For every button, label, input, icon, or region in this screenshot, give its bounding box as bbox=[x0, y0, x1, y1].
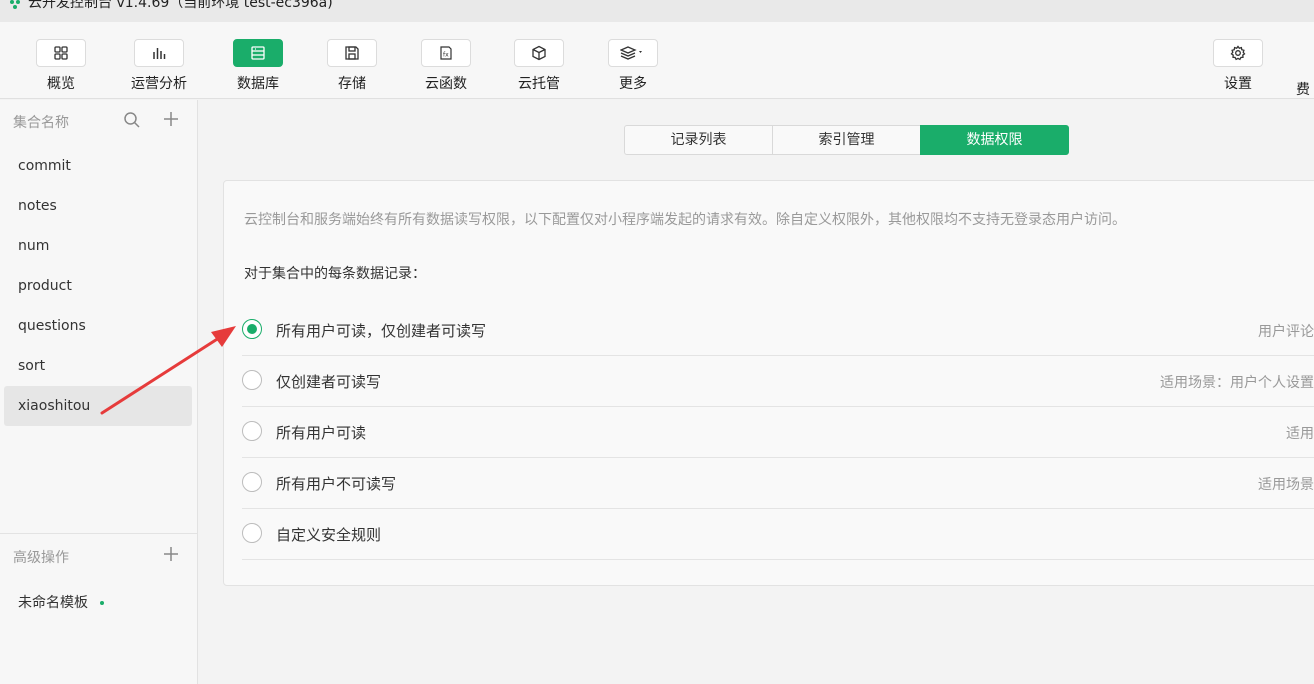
toolbar-analytics-button[interactable] bbox=[134, 39, 184, 67]
toolbar-more[interactable]: 更多 bbox=[603, 39, 663, 93]
app-logo-icon bbox=[10, 0, 20, 9]
toolbar-database[interactable]: 数据库 bbox=[228, 39, 288, 93]
collection-item-product[interactable]: product bbox=[4, 266, 192, 306]
permission-option-hint: 用户评论 bbox=[1258, 324, 1314, 340]
toolbar-storage-button[interactable] bbox=[327, 39, 377, 67]
permission-option-label: 所有用户可读，仅创建者可读写 bbox=[276, 322, 487, 340]
add-template-icon[interactable] bbox=[162, 545, 180, 563]
toolbar-overview-label: 概览 bbox=[47, 76, 75, 92]
toolbar-analytics[interactable]: 运营分析 bbox=[129, 39, 189, 93]
permission-option-label: 所有用户可读 bbox=[276, 424, 367, 442]
grid-icon bbox=[54, 46, 68, 60]
add-collection-icon[interactable] bbox=[162, 110, 180, 128]
svg-text:fx: fx bbox=[443, 52, 449, 59]
toolbar-hosting[interactable]: 云托管 bbox=[509, 39, 569, 93]
collection-list-header: 集合名称 bbox=[13, 115, 69, 131]
toolbar-functions-label: 云函数 bbox=[425, 76, 467, 92]
toolbar-database-button[interactable] bbox=[233, 39, 283, 67]
radio-button[interactable] bbox=[242, 472, 262, 492]
database-icon bbox=[251, 46, 265, 60]
toolbar-overview[interactable]: 概览 bbox=[31, 39, 91, 93]
permission-option-creator-only[interactable]: 仅创建者可读写 适用场景：用户个人设置 bbox=[242, 356, 1314, 407]
permission-option-no-access[interactable]: 所有用户不可读写 适用场景 bbox=[242, 458, 1314, 509]
radio-button[interactable] bbox=[242, 523, 262, 543]
status-dot bbox=[100, 601, 104, 605]
toolbar-more-label: 更多 bbox=[619, 76, 647, 92]
collection-item-questions[interactable]: questions bbox=[4, 306, 192, 346]
window-titlebar: 云开发控制台 v1.4.69（当前环境 test-ec396a) bbox=[0, 0, 1314, 22]
toolbar-overview-button[interactable] bbox=[36, 39, 86, 67]
radio-button[interactable] bbox=[242, 319, 262, 339]
tab-indexes[interactable]: 索引管理 bbox=[772, 125, 921, 155]
collection-item-notes[interactable]: notes bbox=[4, 186, 192, 226]
permissions-panel: 云控制台和服务端始终有所有数据读写权限，以下配置仅对小程序端发起的请求有效。除自… bbox=[223, 180, 1314, 586]
top-toolbar: 概览 运营分析 数据库 存储 fx 云函数 云托管 更多 设置 费 bbox=[0, 22, 1314, 99]
collection-item-xiaoshitou[interactable]: xiaoshitou bbox=[4, 386, 192, 426]
radio-button[interactable] bbox=[242, 370, 262, 390]
template-item-label: 未命名模板 bbox=[18, 595, 88, 611]
sidebar-divider bbox=[0, 533, 197, 534]
toolbar-hosting-label: 云托管 bbox=[518, 76, 560, 92]
permission-option-hint: 适用场景：用户个人设置 bbox=[1160, 375, 1314, 391]
permission-option-label: 所有用户不可读写 bbox=[276, 475, 397, 493]
permission-option-hint: 适用场景 bbox=[1258, 477, 1314, 493]
tab-bar: 记录列表 索引管理 数据权限 bbox=[624, 125, 1069, 155]
toolbar-functions[interactable]: fx 云函数 bbox=[416, 39, 476, 93]
search-icon[interactable] bbox=[123, 111, 141, 129]
permission-option-label: 仅创建者可读写 bbox=[276, 373, 382, 391]
main-content: 记录列表 索引管理 数据权限 云控制台和服务端始终有所有数据读写权限，以下配置仅… bbox=[199, 100, 1314, 684]
function-icon: fx bbox=[440, 46, 452, 60]
tab-records[interactable]: 记录列表 bbox=[624, 125, 773, 155]
permission-option-read-all-write-creator[interactable]: 所有用户可读，仅创建者可读写 用户评论 bbox=[242, 305, 1314, 356]
collection-item-sort[interactable]: sort bbox=[4, 346, 192, 386]
toolbar-database-label: 数据库 bbox=[237, 76, 279, 92]
collection-item-num[interactable]: num bbox=[4, 226, 192, 266]
collection-item-commit[interactable]: commit bbox=[4, 146, 192, 186]
permissions-description: 云控制台和服务端始终有所有数据读写权限，以下配置仅对小程序端发起的请求有效。除自… bbox=[244, 212, 1126, 228]
window-title: 云开发控制台 v1.4.69（当前环境 test-ec396a) bbox=[28, 0, 333, 11]
permissions-subtitle: 对于集合中的每条数据记录： bbox=[244, 266, 426, 282]
permission-option-read-all[interactable]: 所有用户可读 适用 bbox=[242, 407, 1314, 458]
gear-icon bbox=[1230, 45, 1246, 61]
toolbar-settings-button[interactable] bbox=[1213, 39, 1263, 67]
toolbar-analytics-label: 运营分析 bbox=[131, 76, 187, 92]
layers-icon bbox=[620, 46, 642, 60]
bar-chart-icon bbox=[153, 48, 166, 59]
permission-option-custom-rules[interactable]: 自定义安全规则 bbox=[242, 509, 1314, 560]
cube-icon bbox=[532, 45, 546, 61]
permission-option-label: 自定义安全规则 bbox=[276, 526, 382, 544]
toolbar-fees-label: 费 bbox=[1296, 82, 1310, 98]
template-item[interactable]: 未命名模板 bbox=[18, 592, 104, 612]
collection-sidebar: 集合名称 commit notes num product questions … bbox=[0, 100, 198, 684]
toolbar-fees[interactable]: 费 bbox=[1296, 39, 1314, 99]
permission-option-hint: 适用 bbox=[1286, 426, 1314, 442]
toolbar-settings-label: 设置 bbox=[1224, 76, 1252, 92]
toolbar-hosting-button[interactable] bbox=[514, 39, 564, 67]
toolbar-more-button[interactable] bbox=[608, 39, 658, 67]
save-icon bbox=[345, 46, 359, 60]
radio-button[interactable] bbox=[242, 421, 262, 441]
toolbar-storage[interactable]: 存储 bbox=[322, 39, 382, 93]
advanced-operations-header: 高级操作 bbox=[13, 550, 69, 566]
toolbar-storage-label: 存储 bbox=[338, 76, 366, 92]
toolbar-settings[interactable]: 设置 bbox=[1208, 39, 1268, 93]
toolbar-functions-button[interactable]: fx bbox=[421, 39, 471, 67]
tab-permissions[interactable]: 数据权限 bbox=[920, 125, 1069, 155]
